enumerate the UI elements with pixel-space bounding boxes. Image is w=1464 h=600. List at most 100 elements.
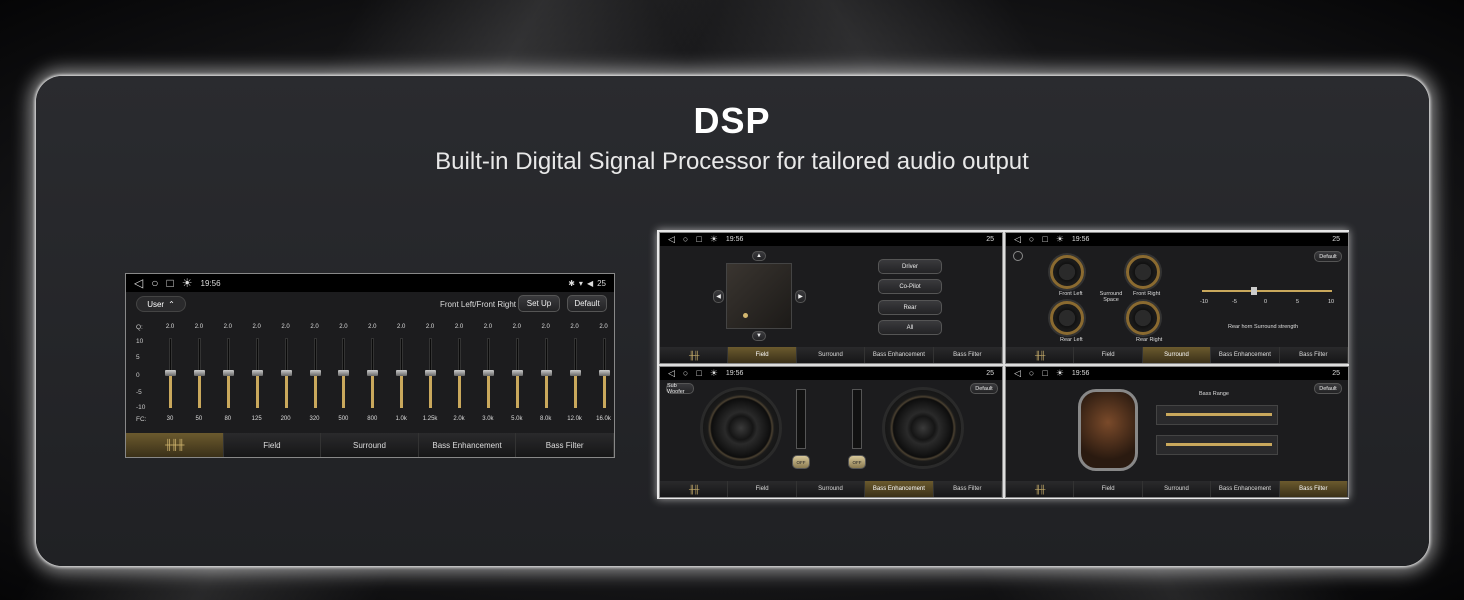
tab-eq[interactable]: ╫╫╫: [126, 433, 224, 457]
slider-fill: [226, 373, 230, 408]
db-0: 0: [136, 372, 140, 379]
brightness-icon[interactable]: ☀: [710, 369, 718, 378]
brightness-icon[interactable]: ☀: [710, 235, 718, 244]
default-button[interactable]: Default: [1314, 251, 1342, 262]
default-button[interactable]: Default: [567, 295, 607, 312]
slider-knob[interactable]: [396, 370, 408, 376]
setup-button[interactable]: Set Up: [518, 295, 560, 312]
tab-eq[interactable]: ╫╫: [660, 347, 729, 363]
slider-knob[interactable]: [280, 370, 292, 376]
tab-bass-filter[interactable]: Bass Filter: [1279, 481, 1348, 497]
tab-surround[interactable]: Surround: [796, 347, 866, 363]
listening-point[interactable]: [743, 313, 748, 318]
dsp-tabs: ╫╫╫ Field Surround Bass Enhancement Bass…: [126, 433, 614, 457]
slider-fill: [255, 373, 259, 408]
subwoofer-button[interactable]: Sub Woofer: [666, 383, 694, 395]
dsp-tabs: ╫╫ Field Surround Bass Enhancement Bass …: [660, 347, 1002, 363]
field-screen: ◁ ○ □ ☀ 19:56 25 ▲ ▼ ◀ ▶ Driver Co-Pilot…: [659, 232, 1003, 364]
right-bass-slider[interactable]: [852, 389, 862, 449]
tab-bass-enhancement[interactable]: Bass Enhancement: [865, 347, 934, 363]
left-bass-slider[interactable]: [796, 389, 806, 449]
power-icon[interactable]: [1013, 251, 1023, 261]
back-icon[interactable]: ◁: [668, 235, 675, 244]
slider-knob[interactable]: [338, 370, 350, 376]
slider-knob[interactable]: [511, 370, 523, 376]
right-bass-switch[interactable]: OFF: [848, 455, 866, 469]
default-button[interactable]: Default: [970, 383, 998, 394]
driver-button[interactable]: Driver: [878, 259, 942, 274]
left-bass-switch[interactable]: OFF: [792, 455, 810, 469]
slider-knob[interactable]: [425, 370, 437, 376]
brightness-icon[interactable]: ☀: [1056, 235, 1064, 244]
copilot-button[interactable]: Co-Pilot: [878, 279, 942, 294]
recents-icon[interactable]: □: [1042, 369, 1047, 378]
rear-left-dial[interactable]: [1050, 301, 1084, 335]
tab-bass-filter[interactable]: Bass Filter: [933, 347, 1002, 363]
tab-field[interactable]: Field: [223, 433, 322, 457]
tab-surround[interactable]: Surround: [1142, 347, 1212, 363]
tab-eq[interactable]: ╫╫: [1006, 347, 1075, 363]
tab-eq[interactable]: ╫╫: [660, 481, 729, 497]
all-button[interactable]: All: [878, 320, 942, 335]
back-icon[interactable]: ◁: [668, 369, 675, 378]
slider-knob[interactable]: [193, 370, 205, 376]
tab-surround[interactable]: Surround: [321, 433, 419, 457]
home-icon[interactable]: ○: [683, 235, 688, 244]
surround-strength-slider[interactable]: [1202, 290, 1332, 292]
arrow-left-button[interactable]: ◀: [713, 290, 724, 303]
front-right-dial[interactable]: [1126, 255, 1160, 289]
tab-bass-enhancement[interactable]: Bass Enhancement: [1211, 481, 1280, 497]
tab-bass-enhancement[interactable]: Bass Enhancement: [865, 481, 934, 497]
surround-space-label: Surround Space: [1099, 291, 1123, 303]
car-seat-map[interactable]: [726, 263, 792, 329]
tab-surround[interactable]: Surround: [796, 481, 866, 497]
tab-field[interactable]: Field: [728, 481, 797, 497]
tab-field[interactable]: Field: [1074, 481, 1143, 497]
equalizer-icon: ╫╫: [1035, 350, 1045, 360]
tab-bass-enhancement[interactable]: Bass Enhancement: [1211, 347, 1280, 363]
rear-button[interactable]: Rear: [878, 300, 942, 315]
home-icon[interactable]: ○: [683, 369, 688, 378]
tab-surround[interactable]: Surround: [1142, 481, 1212, 497]
tab-bass-filter[interactable]: Bass Filter: [933, 481, 1002, 497]
slider-knob[interactable]: [569, 370, 581, 376]
q-value: 2.0: [223, 324, 232, 330]
slider-knob[interactable]: [251, 370, 263, 376]
tab-bass-enhancement[interactable]: Bass Enhancement: [418, 433, 517, 457]
slider-knob[interactable]: [367, 370, 379, 376]
default-button[interactable]: Default: [1314, 383, 1342, 394]
slider-knob[interactable]: [165, 370, 176, 376]
slider-knob[interactable]: [540, 370, 552, 376]
slider-knob[interactable]: [482, 370, 494, 376]
slider-knob[interactable]: [222, 370, 234, 376]
slider-knob[interactable]: [1251, 287, 1257, 295]
recents-icon[interactable]: □: [166, 277, 173, 289]
tab-field[interactable]: Field: [1074, 347, 1143, 363]
db-10: 10: [136, 338, 144, 345]
front-left-dial[interactable]: [1050, 255, 1084, 289]
slider-knob[interactable]: [598, 370, 610, 376]
tab-bass-filter[interactable]: Bass Filter: [516, 433, 614, 457]
back-icon[interactable]: ◁: [134, 277, 143, 289]
tab-field[interactable]: Field: [728, 347, 797, 363]
home-icon[interactable]: ○: [1029, 369, 1034, 378]
back-icon[interactable]: ◁: [1014, 235, 1021, 244]
preset-selector[interactable]: User ⌃: [136, 296, 186, 312]
home-icon[interactable]: ○: [151, 277, 158, 289]
slider-knob[interactable]: [309, 370, 321, 376]
tab-bass-filter[interactable]: Bass Filter: [1279, 347, 1348, 363]
tab-eq[interactable]: ╫╫: [1006, 481, 1075, 497]
slider-knob[interactable]: [454, 370, 465, 376]
arrow-up-button[interactable]: ▲: [752, 251, 766, 261]
home-icon[interactable]: ○: [1029, 235, 1034, 244]
arrow-right-button[interactable]: ▶: [795, 290, 806, 303]
arrow-down-button[interactable]: ▼: [752, 331, 766, 341]
brightness-icon[interactable]: ☀: [182, 277, 193, 289]
recents-icon[interactable]: □: [696, 369, 701, 378]
back-icon[interactable]: ◁: [1014, 369, 1021, 378]
brightness-icon[interactable]: ☀: [1056, 369, 1064, 378]
recents-icon[interactable]: □: [1042, 235, 1047, 244]
frequency-label: 320: [309, 416, 320, 422]
recents-icon[interactable]: □: [696, 235, 701, 244]
rear-right-dial[interactable]: [1126, 301, 1160, 335]
